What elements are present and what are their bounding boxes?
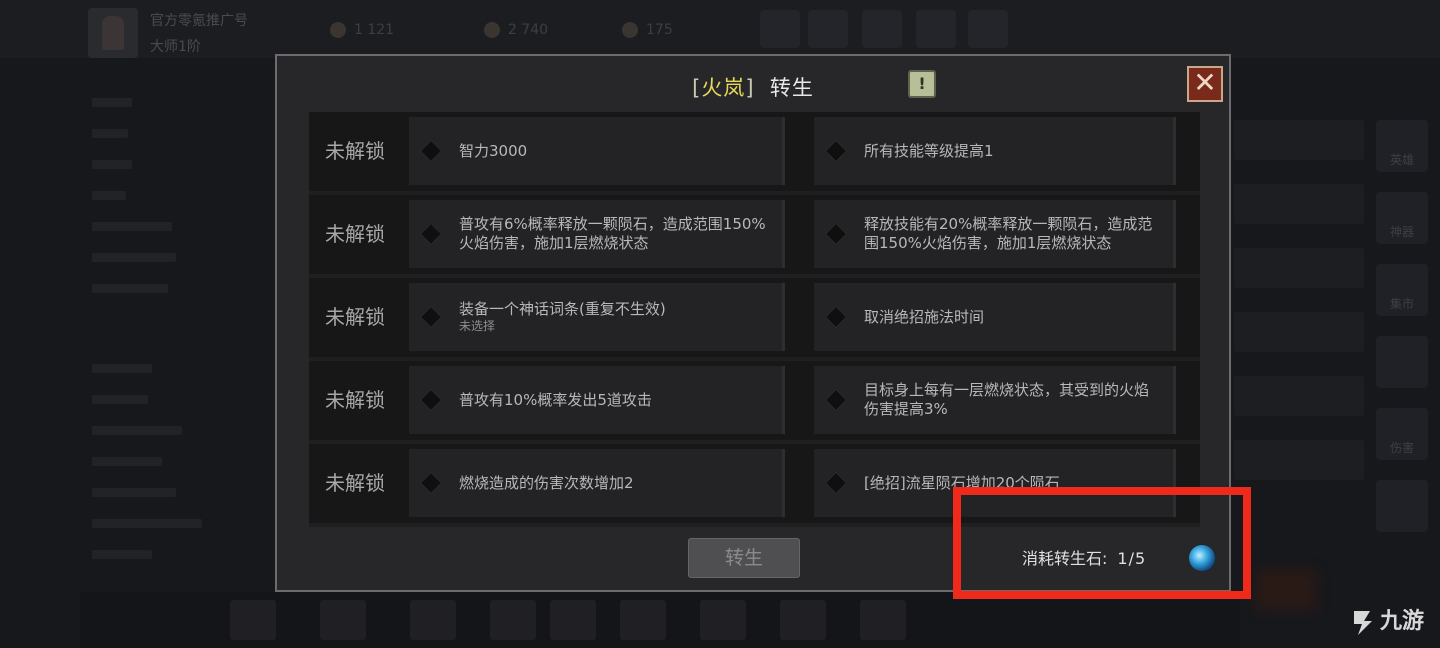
side-button-6[interactable]: [1376, 480, 1428, 532]
bonus-cell-left[interactable]: 装备一个神话词条(重复不生效) 未选择: [409, 283, 785, 351]
bonus-cell-right[interactable]: 释放技能有20%概率释放一颗陨石，造成范围150%火焰伤害，施加1层燃烧状态: [814, 200, 1176, 268]
menu-button-5[interactable]: [968, 10, 1008, 48]
bonus-cell-right[interactable]: 取消绝招施法时间: [814, 283, 1176, 351]
row-status: 未解锁: [325, 388, 385, 412]
table-row: 未解锁 普攻有6%概率释放一颗陨石，造成范围150%火焰伤害，施加1层燃烧状态 …: [309, 195, 1200, 278]
diamond-icon: [824, 222, 848, 246]
stat-gem: 175: [622, 22, 673, 38]
stat-power: 1 121: [330, 22, 394, 38]
row-status: 未解锁: [325, 139, 385, 163]
menu-button-1[interactable]: [760, 10, 800, 48]
bonus-cell-right[interactable]: 所有技能等级提高1: [814, 117, 1176, 185]
bonus-text: 普攻有6%概率释放一颗陨石，造成范围150%火焰伤害，施加1层燃烧状态: [459, 215, 766, 252]
power-icon: [330, 22, 346, 38]
highlight-annotation: [953, 487, 1251, 599]
rebirth-button[interactable]: 转生: [688, 538, 800, 578]
dialog-title: [火岚] 转生: [692, 76, 814, 100]
hero-name: 火岚: [701, 76, 746, 100]
diamond-icon: [824, 388, 848, 412]
background-left-list: [92, 98, 232, 588]
settings-button[interactable]: [916, 10, 956, 48]
bonus-text: 目标身上每有一层燃烧状态，其受到的火焰伤害提高3%: [864, 381, 1150, 418]
bonus-text: 智力3000: [459, 141, 528, 160]
game-screen: 官方零氪推广号 大师1阶 1 121 2 740 175 英雄 神器 集市 伤害…: [0, 0, 1440, 648]
bonus-cell-left[interactable]: 智力3000: [409, 117, 785, 185]
side-button-damage[interactable]: 伤害: [1376, 408, 1428, 460]
row-status: 未解锁: [325, 471, 385, 495]
side-button-market[interactable]: 集市: [1376, 264, 1428, 316]
side-button-4[interactable]: [1376, 336, 1428, 388]
watermark-logo: 九游: [1350, 600, 1438, 644]
diamond-icon: [419, 388, 443, 412]
diamond-icon: [824, 305, 848, 329]
table-row: 未解锁 普攻有10%概率发出5道攻击 目标身上每有一层燃烧状态，其受到的火焰伤害…: [309, 361, 1200, 444]
player-rank: 大师1阶: [150, 39, 201, 55]
bonus-text: 装备一个神话词条(重复不生效): [459, 300, 666, 318]
hero-strip: [80, 592, 1240, 648]
row-status: 未解锁: [325, 305, 385, 329]
diamond-icon: [824, 471, 848, 495]
diamond-icon: [419, 222, 443, 246]
rebirth-bonus-table: 未解锁 智力3000 所有技能等级提高1 未解锁 普攻有6%概率释放一颗陨石，造…: [309, 112, 1200, 527]
bonus-cell-right[interactable]: 目标身上每有一层燃烧状态，其受到的火焰伤害提高3%: [814, 366, 1176, 434]
diamond-icon: [419, 471, 443, 495]
side-button-artifact[interactable]: 神器: [1376, 192, 1428, 244]
bonus-cell-left[interactable]: 普攻有10%概率发出5道攻击: [409, 366, 785, 434]
menu-button-3[interactable]: [862, 10, 902, 48]
background-right-panel: [1234, 120, 1364, 540]
close-button[interactable]: ✕: [1187, 66, 1223, 102]
bonus-cell-left[interactable]: 普攻有6%概率释放一颗陨石，造成范围150%火焰伤害，施加1层燃烧状态: [409, 200, 785, 268]
row-status: 未解锁: [325, 222, 385, 246]
diamond-icon: [419, 305, 443, 329]
bonus-text: 释放技能有20%概率释放一颗陨石，造成范围150%火焰伤害，施加1层燃烧状态: [864, 215, 1153, 252]
background-glow: [1256, 570, 1316, 610]
bonus-text: 所有技能等级提高1: [864, 141, 994, 160]
help-button[interactable]: !: [908, 70, 936, 98]
diamond-icon: [419, 139, 443, 163]
side-menu: 英雄 神器 集市 伤害: [1376, 120, 1432, 552]
side-button-hero[interactable]: 英雄: [1376, 120, 1428, 172]
diamond-icon: [824, 139, 848, 163]
table-row: 未解锁 装备一个神话词条(重复不生效) 未选择 取消绝招施法时间: [309, 278, 1200, 361]
menu-button-2[interactable]: [808, 10, 848, 48]
bonus-subtext: 未选择: [459, 319, 496, 333]
gem-icon: [622, 22, 638, 38]
gold-icon: [484, 22, 500, 38]
stat-gold: 2 740: [484, 22, 548, 38]
player-avatar[interactable]: [88, 8, 138, 58]
table-row: 未解锁 智力3000 所有技能等级提高1: [309, 112, 1200, 195]
bonus-text: 燃烧造成的伤害次数增加2: [459, 473, 634, 492]
bonus-cell-left[interactable]: 燃烧造成的伤害次数增加2: [409, 449, 785, 517]
bonus-text: 普攻有10%概率发出5道攻击: [459, 390, 652, 409]
nine-game-logo-icon: [1354, 611, 1372, 635]
player-name: 官方零氪推广号: [150, 13, 248, 29]
title-suffix: 转生: [769, 76, 814, 100]
bonus-text: 取消绝招施法时间: [864, 307, 985, 326]
